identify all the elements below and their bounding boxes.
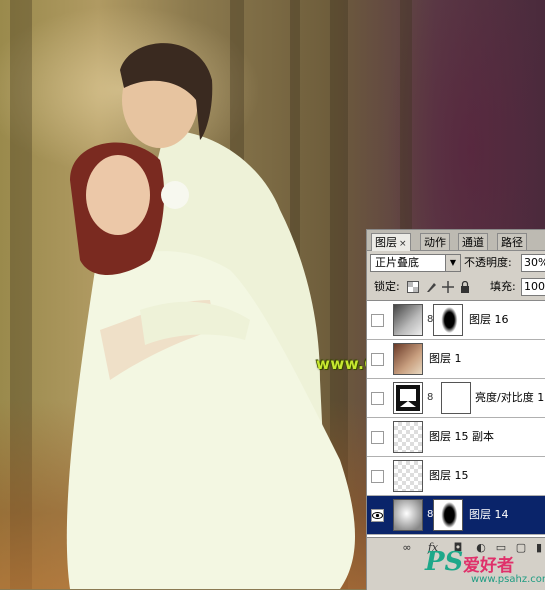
lock-label: 锁定: — [374, 280, 400, 293]
lock-pixels-icon[interactable] — [425, 281, 437, 293]
layer-thumbnail — [393, 460, 423, 492]
layer-mask-thumbnail[interactable] — [441, 382, 471, 414]
site-logo: PS 爱好者 www.psahz.com — [425, 547, 545, 589]
layer-name: 图层 15 副本 — [429, 430, 494, 443]
eye-icon[interactable] — [371, 509, 384, 522]
layers-list: 8 图层 16 图层 1 8 亮度/对比度 1 图层 15 副本 图层 15 8… — [367, 300, 545, 537]
tab-layers-label: 图层 — [375, 236, 397, 249]
logo-chinese: 爱好者 — [463, 556, 514, 576]
visibility-toggle[interactable] — [371, 431, 384, 444]
layer-mask-thumbnail[interactable] — [433, 304, 463, 336]
opacity-label: 不透明度: — [464, 256, 512, 269]
layer-thumbnail — [393, 343, 423, 375]
close-icon[interactable]: × — [399, 239, 407, 249]
fill-label: 填充: — [490, 280, 516, 293]
panel-tabs: 图层 × 动作 通道 路径 — [367, 230, 545, 251]
layer-name: 图层 14 — [469, 508, 509, 521]
blend-mode-select[interactable]: 正片叠底 ▼ — [370, 254, 461, 272]
layer-name: 图层 15 — [429, 469, 469, 482]
layer-row[interactable]: 8 亮度/对比度 1 — [367, 379, 545, 418]
lock-all-icon[interactable] — [459, 280, 471, 293]
layer-name: 亮度/对比度 1 — [475, 391, 545, 404]
blend-mode-value: 正片叠底 — [375, 256, 419, 269]
layer-thumbnail — [393, 304, 423, 336]
layer-row[interactable]: 图层 15 副本 — [367, 418, 545, 457]
tab-actions[interactable]: 动作 — [420, 233, 450, 250]
tab-channels[interactable]: 通道 — [458, 233, 488, 250]
visibility-toggle[interactable] — [371, 392, 384, 405]
layer-row[interactable]: 图层 15 — [367, 457, 545, 496]
tab-channels-label: 通道 — [462, 236, 484, 249]
fill-input[interactable]: 100% — [521, 278, 545, 296]
layer-thumbnail — [393, 421, 423, 453]
layer-thumbnail — [393, 499, 423, 531]
layers-panel: 图层× 动作 通道 路径 正片叠底 ▼ 不透明度: 30% 锁定: — [366, 229, 545, 590]
layer-mask-thumbnail[interactable] — [433, 499, 463, 531]
lock-position-icon[interactable] — [442, 281, 454, 293]
logo-url: www.psahz.com — [471, 574, 545, 585]
tab-paths-label: 路径 — [501, 236, 523, 249]
tab-layers[interactable]: 图层 × — [371, 233, 411, 251]
chevron-down-icon[interactable]: ▼ — [445, 255, 460, 271]
logo-ps: PS — [425, 547, 464, 577]
layer-row-selected[interactable]: 8 图层 14 — [367, 496, 545, 535]
layer-name: 图层 1 — [429, 352, 462, 365]
tab-actions-label: 动作 — [424, 236, 446, 249]
tab-paths[interactable]: 路径 — [497, 233, 527, 250]
layer-row[interactable]: 8 图层 16 — [367, 301, 545, 340]
lock-transparency-icon[interactable] — [407, 281, 419, 293]
layer-name: 图层 16 — [469, 313, 509, 326]
visibility-toggle[interactable] — [371, 470, 384, 483]
visibility-toggle[interactable] — [371, 353, 384, 366]
opacity-input[interactable]: 30% — [521, 254, 545, 272]
link-icon[interactable]: ∞ — [401, 542, 413, 554]
visibility-toggle[interactable] — [371, 314, 384, 327]
adjustment-thumbnail — [393, 382, 423, 414]
layer-row[interactable]: 图层 1 — [367, 340, 545, 379]
link-icon[interactable]: 8 — [427, 392, 433, 405]
